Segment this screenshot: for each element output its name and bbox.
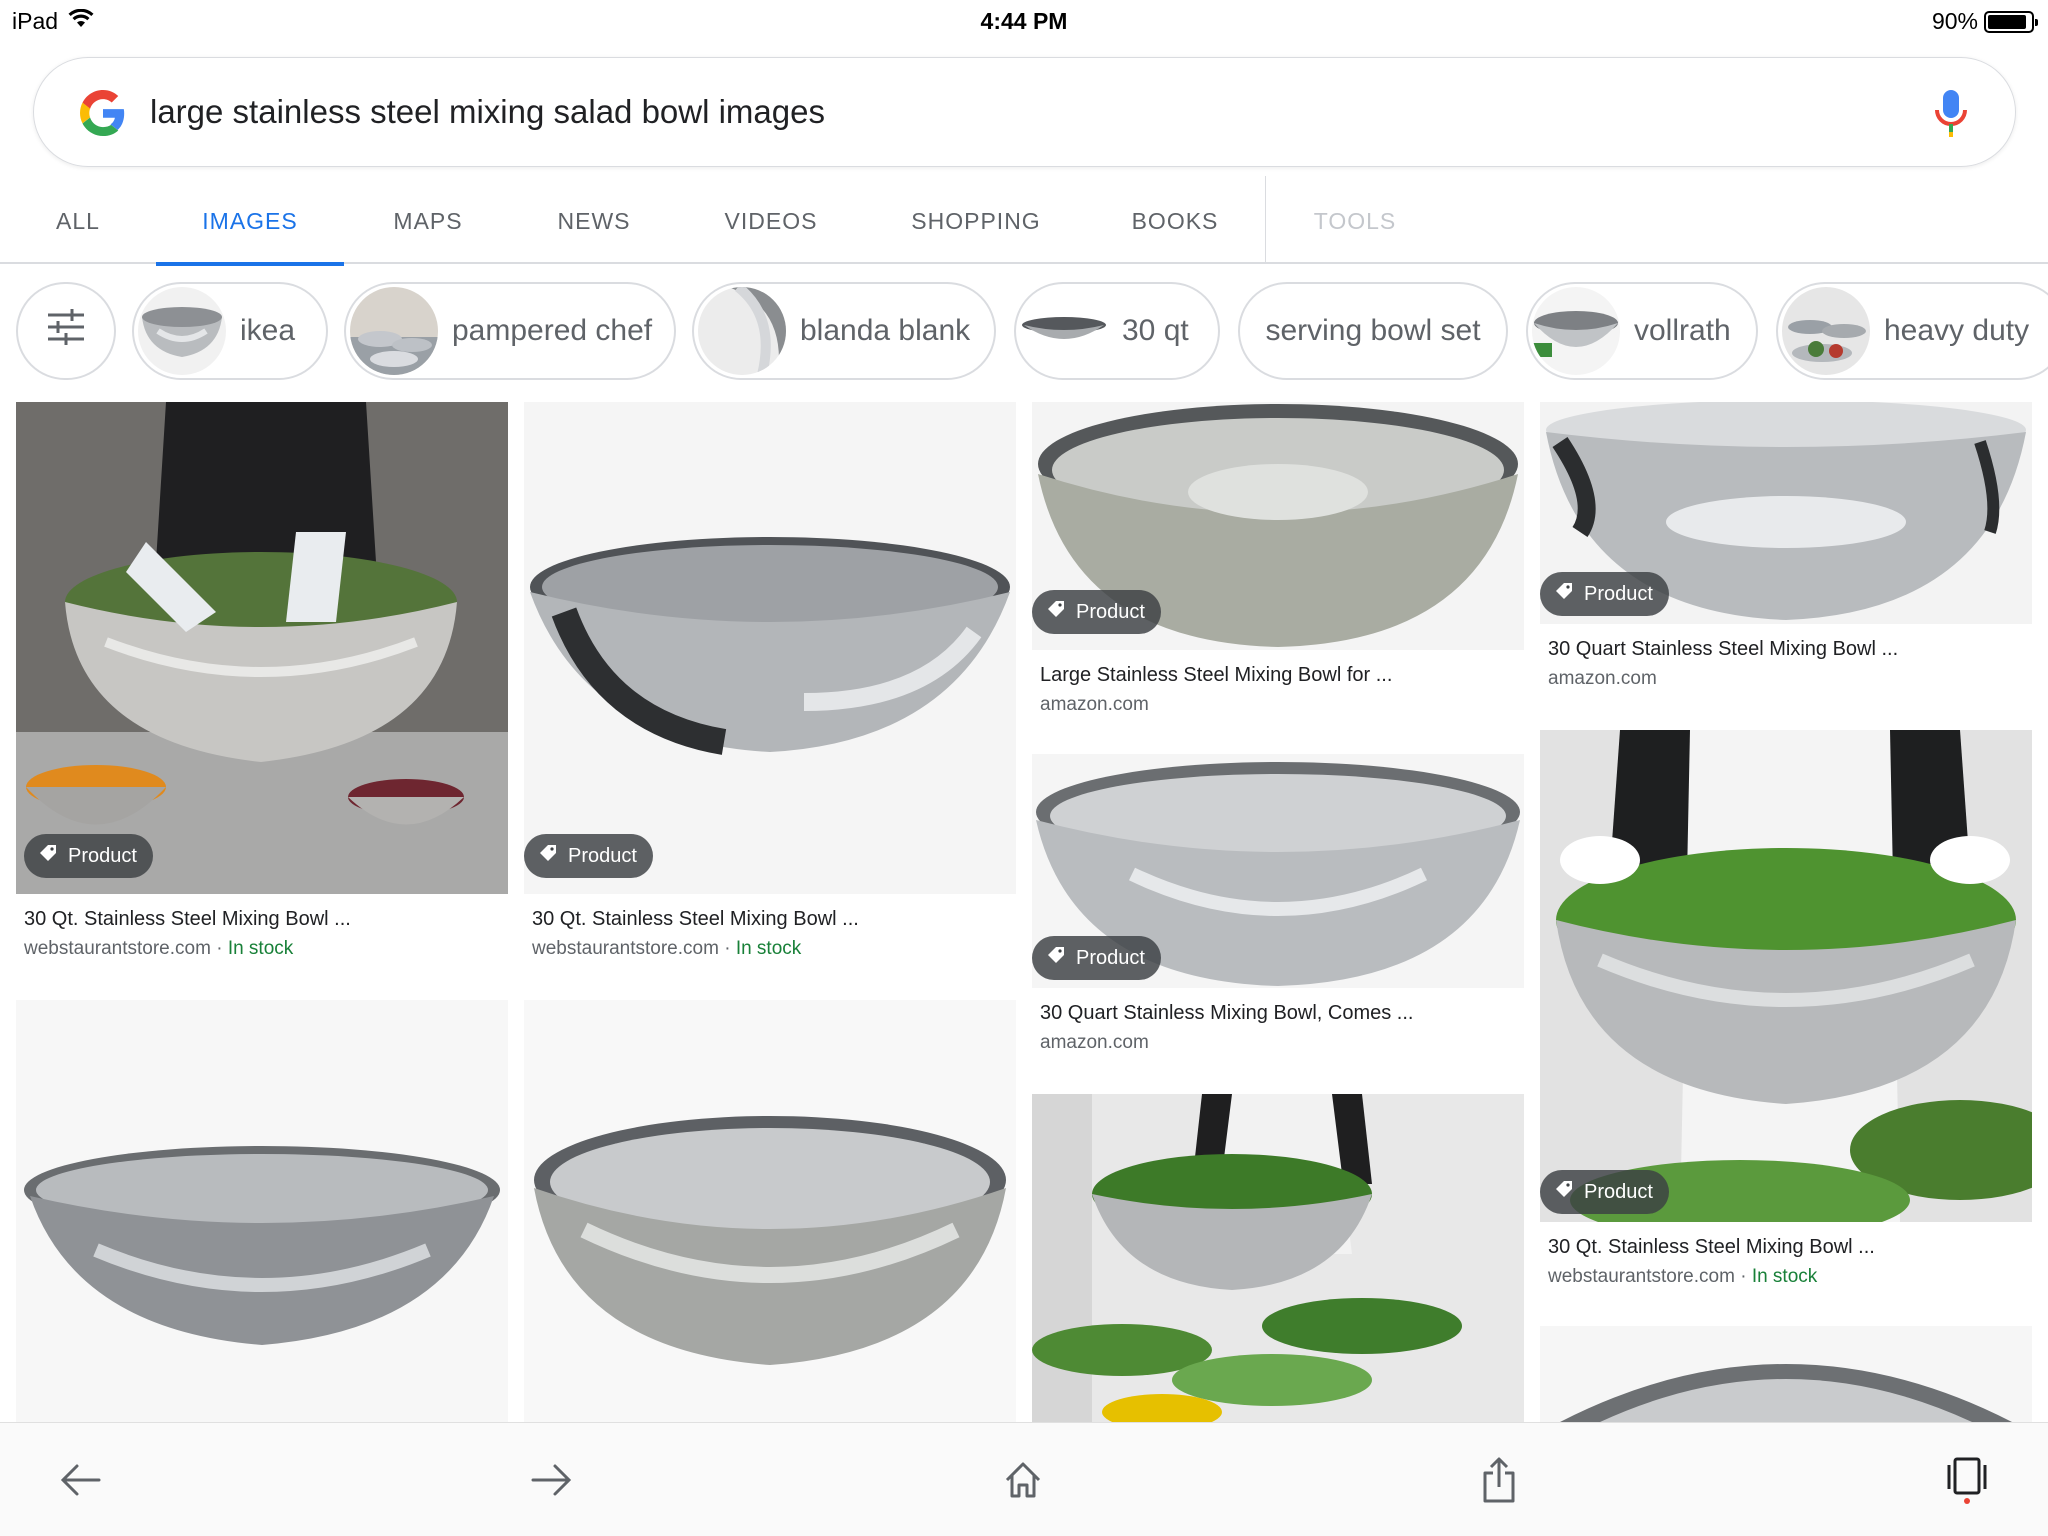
result-image xyxy=(524,402,1016,894)
tab-books[interactable]: BOOKS xyxy=(1126,168,1224,264)
result-title: 30 Quart Stainless Steel Mixing Bowl ... xyxy=(1548,638,1899,660)
chip-thumbnail xyxy=(1782,287,1870,375)
search-box[interactable] xyxy=(33,57,2016,167)
image-result[interactable]: Product 30 Quart Stainless Mixing Bowl, … xyxy=(1032,754,1524,1074)
tag-icon xyxy=(1554,581,1574,607)
filter-chip[interactable] xyxy=(16,282,116,380)
chip-label: vollrath xyxy=(1634,314,1731,347)
result-title: Large Stainless Steel Mixing Bowl for ..… xyxy=(1040,664,1393,686)
result-image xyxy=(16,1000,508,1422)
result-source: amazon.com xyxy=(1548,668,1657,689)
chip-label: blanda blank xyxy=(800,314,971,347)
result-title: 30 Qt. Stainless Steel Mixing Bowl ... xyxy=(24,908,351,930)
battery-percent: 90% xyxy=(1931,8,1978,34)
product-badge: Product xyxy=(1032,590,1161,634)
product-badge: Product xyxy=(1032,936,1161,980)
stock-status: In stock xyxy=(735,938,802,959)
chip-serving-bowl-set[interactable]: serving bowl set xyxy=(1238,282,1508,380)
result-source: webstaurantstore.com · In stock xyxy=(24,938,294,959)
chip-label: 30 qt xyxy=(1122,314,1189,347)
image-result[interactable] xyxy=(524,1000,1016,1422)
tab-divider xyxy=(1265,176,1266,262)
result-title: 30 Quart Stainless Mixing Bowl, Comes ..… xyxy=(1040,1002,1414,1024)
tag-icon xyxy=(1554,1179,1574,1205)
image-result[interactable]: Product 30 Qt. Stainless Steel Mixing Bo… xyxy=(524,402,1016,972)
chip-label: heavy duty xyxy=(1884,314,2030,347)
tag-icon xyxy=(538,843,558,869)
chip-label: ikea xyxy=(240,314,296,347)
result-image xyxy=(1032,1094,1524,1422)
tab-tools[interactable]: TOOLS xyxy=(1308,168,1402,264)
mic-icon[interactable] xyxy=(1931,88,1971,138)
image-result[interactable] xyxy=(1032,1094,1524,1422)
result-image xyxy=(1540,1326,2032,1422)
chip-label: pampered chef xyxy=(452,314,653,347)
product-badge: Product xyxy=(524,834,653,878)
chip-blanda-blank[interactable]: blanda blank xyxy=(692,282,996,380)
search-input[interactable] xyxy=(150,86,1850,138)
tab-maps[interactable]: MAPS xyxy=(384,168,472,264)
image-result[interactable] xyxy=(16,1000,508,1422)
chip-pampered-chef[interactable]: pampered chef xyxy=(344,282,676,380)
tab-news[interactable]: NEWS xyxy=(552,168,636,264)
product-badge: Product xyxy=(1540,1170,1669,1214)
image-result[interactable]: Product Large Stainless Steel Mixing Bow… xyxy=(1032,402,1524,732)
result-image xyxy=(1540,730,2032,1222)
tabs-icon[interactable] xyxy=(1932,1445,2002,1515)
product-badge: Product xyxy=(1540,572,1669,616)
stock-status: In stock xyxy=(1751,1266,1818,1287)
tab-images[interactable]: IMAGES xyxy=(156,168,344,266)
result-source: webstaurantstore.com · In stock xyxy=(532,938,802,959)
image-result[interactable]: Product 30 Quart Stainless Steel Mixing … xyxy=(1540,402,2032,702)
status-bar: iPad 4:44 PM 90% xyxy=(0,0,2048,42)
chip-30-qt[interactable]: 30 qt xyxy=(1014,282,1220,380)
product-badge: Product xyxy=(24,834,153,878)
chip-ikea[interactable]: ikea xyxy=(132,282,328,380)
result-source: amazon.com xyxy=(1040,694,1149,715)
image-result[interactable]: Product 30 Qt. Stainless Steel Mixing Bo… xyxy=(16,402,508,972)
result-image xyxy=(524,1000,1016,1422)
tab-videos[interactable]: VIDEOS xyxy=(716,168,826,264)
image-result[interactable]: Product 30 Qt. Stainless Steel Mixing Bo… xyxy=(1540,730,2032,1300)
chip-thumbnail xyxy=(698,287,786,375)
chip-thumbnail xyxy=(138,287,226,375)
clock: 4:44 PM xyxy=(980,8,1068,34)
google-g-icon xyxy=(80,90,126,136)
chip-thumbnail xyxy=(1532,287,1620,375)
tag-icon xyxy=(38,843,58,869)
forward-arrow-icon[interactable] xyxy=(516,1445,586,1515)
result-title: 30 Qt. Stainless Steel Mixing Bowl ... xyxy=(532,908,859,930)
filter-sliders-icon xyxy=(46,307,86,355)
result-source: webstaurantstore.com · In stock xyxy=(1548,1266,1818,1287)
tag-icon xyxy=(1046,945,1066,971)
result-image xyxy=(16,402,508,894)
chip-vollrath[interactable]: vollrath xyxy=(1526,282,1758,380)
chip-label: serving bowl set xyxy=(1265,314,1481,347)
chip-heavy-duty[interactable]: heavy duty xyxy=(1776,282,2048,380)
tab-all[interactable]: ALL xyxy=(38,168,118,264)
tab-shopping[interactable]: SHOPPING xyxy=(906,168,1046,264)
result-source: amazon.com xyxy=(1040,1032,1149,1053)
home-icon[interactable] xyxy=(988,1445,1058,1515)
share-icon[interactable] xyxy=(1464,1445,1534,1515)
stock-status: In stock xyxy=(227,938,294,959)
result-title: 30 Qt. Stainless Steel Mixing Bowl ... xyxy=(1548,1236,1875,1258)
related-search-chips: ikea pampered chef blanda blank 30 qt se… xyxy=(0,282,2048,382)
tag-icon xyxy=(1046,599,1066,625)
search-tabs: ALL IMAGES MAPS NEWS VIDEOS SHOPPING BOO… xyxy=(0,168,2048,266)
back-arrow-icon[interactable] xyxy=(46,1445,116,1515)
chip-thumbnail xyxy=(350,287,438,375)
active-tab-indicator xyxy=(156,262,344,266)
chip-thumbnail xyxy=(1020,287,1108,375)
image-result[interactable] xyxy=(1540,1326,2032,1422)
bottom-toolbar xyxy=(0,1422,2048,1536)
battery-icon xyxy=(1984,10,2038,33)
